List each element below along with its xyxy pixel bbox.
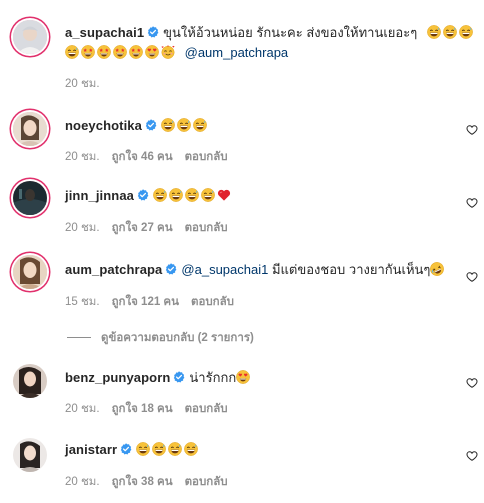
grin-sweat-emoji-icon <box>185 188 199 202</box>
comment-item: jinn_jinnaa 20 ชม. ถูกใจ 27 คน ตอบกลับ <box>0 178 484 238</box>
grin-sweat-emoji-icon <box>427 25 441 39</box>
grin-sweat-emoji-icon <box>443 25 457 39</box>
caption-line-2: @aum_patchrapa <box>65 44 288 62</box>
verified-badge-icon <box>145 119 157 131</box>
grin-sweat-emoji-icon <box>153 188 167 202</box>
view-replies-button[interactable]: ดูข้อความตอบกลับ (2 รายการ) <box>67 331 254 345</box>
heart-eyes-emoji-icon <box>145 45 159 59</box>
comment-mention[interactable]: @a_supachai1 <box>181 262 268 277</box>
post-caption: a_supachai1 ขุนให้อ้วนหน่อย รักนะคะ ส่งขอ… <box>0 0 484 108</box>
grin-sweat-emoji-icon <box>161 118 175 132</box>
reply-button[interactable]: ตอบกลับ <box>185 476 228 488</box>
comment-meta: 20 ชม. ถูกใจ 18 คน ตอบกลับ <box>65 402 240 416</box>
verified-badge-icon <box>137 189 149 201</box>
like-heart-icon[interactable] <box>466 450 478 462</box>
comment-time[interactable]: 20 ชม. <box>65 222 100 234</box>
reply-button[interactable]: ตอบกลับ <box>185 222 228 234</box>
comment-item: janistarr 20 ชม. ถูกใจ 38 คน ตอบกลับ <box>0 434 484 500</box>
avatar[interactable] <box>13 181 47 215</box>
grin-sweat-emoji-icon <box>193 118 207 132</box>
avatar[interactable] <box>13 364 47 398</box>
comment-time[interactable]: 15 ชม. <box>65 296 100 308</box>
comment-username[interactable]: benz_punyaporn <box>65 370 170 385</box>
reply-button[interactable]: ตอบกลับ <box>185 403 228 415</box>
comment-line: noeychotika <box>65 117 209 135</box>
caption-time[interactable]: 20 ชม. <box>65 78 100 90</box>
comment-line: benz_punyaporn น่ารักกก <box>65 369 252 387</box>
comment-line: aum_patchrapa @a_supachai1 มีแต่ของชอบ วา… <box>65 261 446 279</box>
like-heart-icon[interactable] <box>466 124 478 136</box>
grin-sweat-emoji-icon <box>184 442 198 456</box>
grin-sweat-emoji-icon <box>168 442 182 456</box>
comment-username[interactable]: aum_patchrapa <box>65 262 162 277</box>
avatar[interactable] <box>13 438 47 472</box>
verified-badge-icon <box>173 371 185 383</box>
like-heart-icon[interactable] <box>466 197 478 209</box>
avatar[interactable] <box>13 20 47 54</box>
divider <box>67 337 91 339</box>
comment-meta: 20 ชม. ถูกใจ 46 คน ตอบกลับ <box>65 150 240 164</box>
like-heart-icon[interactable] <box>466 271 478 283</box>
avatar[interactable] <box>13 255 47 289</box>
avatar[interactable] <box>13 112 47 146</box>
grin-sweat-emoji-icon <box>177 118 191 132</box>
comment-time[interactable]: 20 ชม. <box>65 403 100 415</box>
grin-sweat-emoji-icon <box>169 188 183 202</box>
rofl-emoji-icon <box>430 262 444 276</box>
comment-likes[interactable]: ถูกใจ 18 คน <box>112 403 173 415</box>
view-replies-label: ดูข้อความตอบกลับ (2 รายการ) <box>101 332 254 344</box>
comment-likes[interactable]: ถูกใจ 121 คน <box>112 296 179 308</box>
red-heart-emoji-icon <box>217 188 231 202</box>
caption-username[interactable]: a_supachai1 <box>65 25 144 40</box>
comment-meta: 20 ชม. ถูกใจ 38 คน ตอบกลับ <box>65 475 240 489</box>
caption-meta: 20 ชม. <box>65 77 112 91</box>
caption-mention[interactable]: @aum_patchrapa <box>185 45 289 60</box>
star-eyes-emoji-icon <box>113 45 127 59</box>
grin-sweat-emoji-icon <box>201 188 215 202</box>
comment-text: น่ารักกก <box>189 370 237 385</box>
grin-sweat-emoji-icon <box>152 442 166 456</box>
comment-item: benz_punyaporn น่ารักกก 20 ชม. ถูกใจ 18 คน… <box>0 362 484 422</box>
comment-likes[interactable]: ถูกใจ 46 คน <box>112 151 173 163</box>
comment-meta: 20 ชม. ถูกใจ 27 คน ตอบกลับ <box>65 221 240 235</box>
star-eyes-emoji-icon <box>97 45 111 59</box>
star-eyes-emoji-icon <box>81 45 95 59</box>
comment-line: janistarr <box>65 441 200 459</box>
comment-line: jinn_jinnaa <box>65 187 233 205</box>
grin-sweat-emoji-icon <box>65 45 79 59</box>
verified-badge-icon <box>165 263 177 275</box>
comment-username[interactable]: noeychotika <box>65 118 142 133</box>
star-eyes-emoji-icon <box>129 45 143 59</box>
comment-likes[interactable]: ถูกใจ 38 คน <box>112 476 173 488</box>
comment-time[interactable]: 20 ชม. <box>65 151 100 163</box>
caption-text: ขุนให้อ้วนหน่อย รักนะคะ ส่งของให้ทานเยอะ… <box>163 25 418 40</box>
caption-emojis-line-1 <box>427 25 475 40</box>
comment-username[interactable]: janistarr <box>65 442 117 457</box>
reply-button[interactable]: ตอบกลับ <box>185 151 228 163</box>
caption-line-1: a_supachai1 ขุนให้อ้วนหน่อย รักนะคะ ส่งขอ… <box>65 24 475 42</box>
reply-button[interactable]: ตอบกลับ <box>191 296 234 308</box>
comment-time[interactable]: 20 ชม. <box>65 476 100 488</box>
comment-username[interactable]: jinn_jinnaa <box>65 188 134 203</box>
comment-item: aum_patchrapa @a_supachai1 มีแต่ของชอบ วา… <box>0 252 484 348</box>
hearts-face-emoji-icon <box>161 45 175 59</box>
like-heart-icon[interactable] <box>466 377 478 389</box>
grin-sweat-emoji-icon <box>136 442 150 456</box>
comment-meta: 15 ชม. ถูกใจ 121 คน ตอบกลับ <box>65 295 246 309</box>
verified-badge-icon <box>147 26 159 38</box>
heart-eyes-emoji-icon <box>236 370 250 384</box>
grin-sweat-emoji-icon <box>459 25 473 39</box>
verified-badge-icon <box>120 443 132 455</box>
comment-item: noeychotika 20 ชม. ถูกใจ 46 คน ตอบกลับ <box>0 108 484 168</box>
comment-text: มีแต่ของชอบ วางยากันเห็นๆ <box>271 262 431 277</box>
comment-likes[interactable]: ถูกใจ 27 คน <box>112 222 173 234</box>
